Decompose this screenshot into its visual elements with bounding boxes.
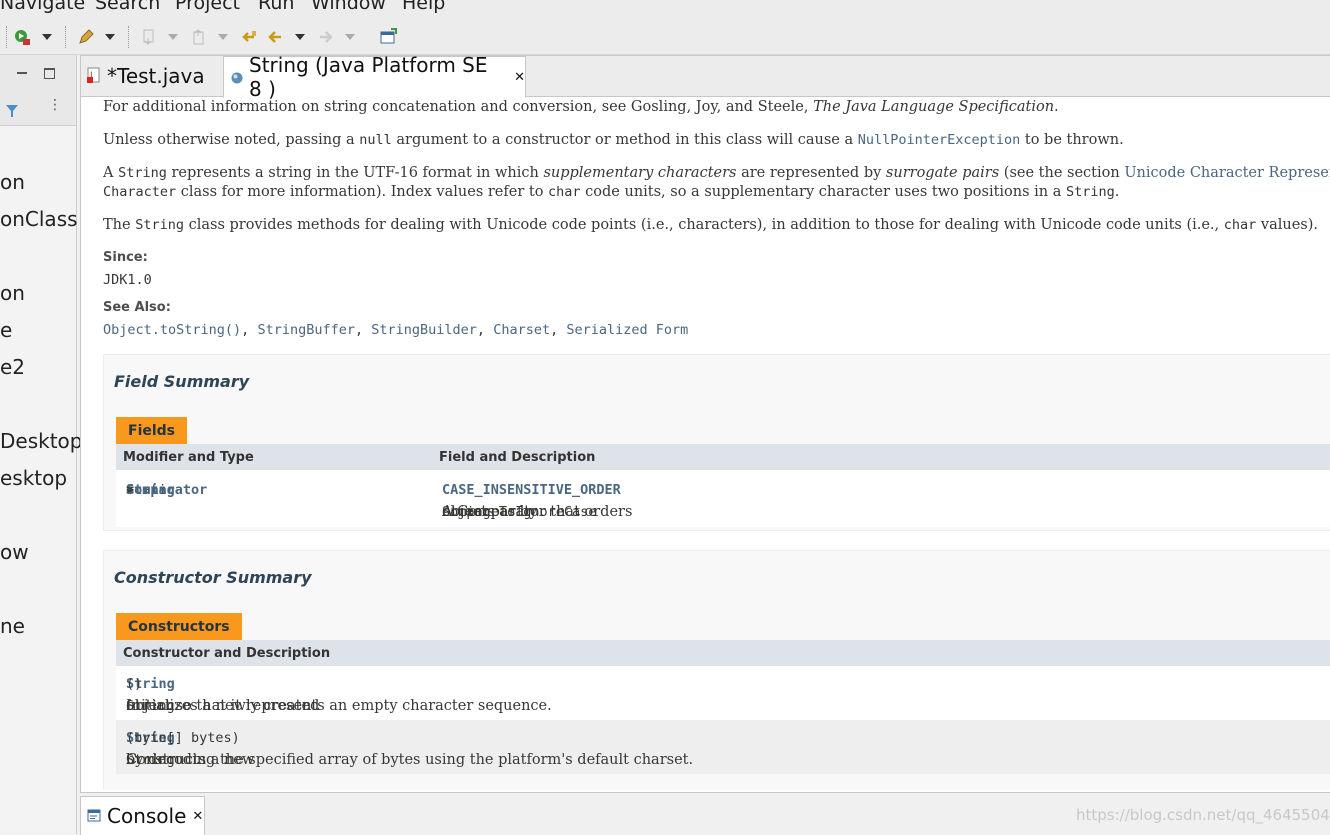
- next-annotation-dropdown-icon[interactable]: [168, 34, 178, 40]
- link-object-tostring[interactable]: Object.toString(): [103, 322, 241, 338]
- link-case-insensitive-order[interactable]: CASE_INSENSITIVE_ORDER: [442, 482, 621, 498]
- console-label: Console: [107, 804, 187, 828]
- link-unicode-representations[interactable]: Unicode Character Representations: [1124, 165, 1330, 181]
- run-debug-icon[interactable]: [13, 28, 31, 46]
- package-explorer-panel: ⋮ on onClass on e e2 Desktop esktop ow n…: [0, 55, 82, 834]
- tree-item[interactable]: e2: [0, 355, 25, 379]
- menu-project[interactable]: Project: [175, 0, 240, 14]
- field-summary-title: Field Summary: [114, 372, 250, 391]
- minimize-icon[interactable]: [17, 72, 27, 74]
- close-icon[interactable]: ✕: [514, 70, 525, 85]
- tab-console[interactable]: Console ✕: [80, 796, 205, 835]
- paragraph: For additional information on string con…: [103, 99, 1059, 115]
- console-icon: [87, 804, 101, 828]
- paragraph: A String represents a string in the UTF-…: [103, 165, 1330, 181]
- see-also-label: See Also:: [103, 300, 171, 315]
- tab-string-javadoc[interactable]: String (Java Platform SE 8 ) ✕: [223, 53, 526, 101]
- pen-icon[interactable]: [77, 28, 95, 46]
- menu-search[interactable]: Search: [95, 0, 160, 14]
- menu-bar: Navigate Search Project Run Window Help: [0, 0, 1330, 20]
- java-file-icon: J: [87, 64, 101, 88]
- tree-item[interactable]: e: [0, 318, 12, 342]
- toolbar-separator: [128, 26, 130, 48]
- close-icon[interactable]: ✕: [192, 809, 203, 824]
- fields-table-header: Modifier and Type Field and Description: [116, 444, 1330, 470]
- tree-item[interactable]: ne: [0, 614, 25, 638]
- forward-icon[interactable]: [317, 28, 335, 46]
- field-summary-block: Field Summary Fields Modifier and Type F…: [103, 354, 1330, 531]
- panel-header: ⋮: [0, 55, 76, 126]
- table-row: String (byte[] bytes) Constructs a new St…: [116, 720, 1330, 774]
- tree-item[interactable]: on: [0, 281, 25, 305]
- maximize-icon[interactable]: [44, 68, 55, 79]
- table-row: static Comparator < String > CASE_INSENSITI…: [116, 470, 1330, 527]
- link-nullpointerexception[interactable]: NullPointerException: [858, 132, 1021, 148]
- paragraph-continued: Character class for more information). I…: [103, 184, 1120, 200]
- constructors-table-header: Constructor and Description: [116, 640, 1330, 666]
- editor-area: J *Test.java String (Java Platform SE 8 …: [80, 53, 1330, 793]
- tab-label: String (Java Platform SE 8 ): [249, 53, 488, 101]
- since-value: JDK1.0: [103, 272, 152, 288]
- back-icon[interactable]: [266, 28, 284, 46]
- toolbar-separator: [65, 26, 67, 48]
- since-label: Since:: [103, 250, 148, 265]
- link-stringbuilder[interactable]: StringBuilder: [371, 322, 477, 338]
- tree-item[interactable]: on: [0, 170, 25, 194]
- tab-label: *Test.java: [107, 64, 205, 88]
- tree-item[interactable]: esktop: [0, 466, 67, 490]
- open-perspective-icon[interactable]: [379, 28, 397, 46]
- watermark: https://blog.csdn.net/qq_46455043: [1076, 806, 1330, 824]
- col-constructor-description: Constructor and Description: [123, 646, 331, 661]
- see-also-list: Object.toString(), StringBuffer, StringB…: [103, 322, 689, 338]
- menu-window[interactable]: Window: [311, 0, 386, 14]
- menu-help[interactable]: Help: [402, 0, 445, 14]
- filter-icon[interactable]: [5, 103, 19, 122]
- prev-annotation-icon[interactable]: [190, 28, 208, 46]
- run-dropdown-icon[interactable]: [42, 34, 52, 40]
- col-field-description: Field and Description: [439, 450, 596, 465]
- prev-annotation-dropdown-icon[interactable]: [218, 34, 228, 40]
- menu-navigate[interactable]: Navigate: [0, 0, 85, 14]
- main-toolbar: [0, 20, 1330, 55]
- paragraph: The String class provides methods for de…: [103, 217, 1318, 233]
- constructor-summary-title: Constructor Summary: [114, 568, 312, 587]
- constructor-summary-block: Constructor Summary Constructors Constru…: [103, 550, 1330, 790]
- forward-dropdown-icon[interactable]: [345, 34, 355, 40]
- tree-item[interactable]: onClass: [0, 207, 78, 231]
- view-menu-icon[interactable]: ⋮: [48, 98, 62, 112]
- link-stringbuffer[interactable]: StringBuffer: [257, 322, 355, 338]
- javadoc-content: For additional information on string con…: [103, 96, 1330, 790]
- globe-icon: [231, 65, 243, 89]
- tree-item[interactable]: Desktop: [0, 429, 82, 453]
- tree-item[interactable]: ow: [0, 540, 29, 564]
- paragraph: Unless otherwise noted, passing a null a…: [103, 132, 1124, 148]
- toolbar-grip: [6, 26, 8, 48]
- back-dropdown-icon[interactable]: [295, 34, 305, 40]
- constructors-caption: Constructors: [116, 613, 242, 640]
- fields-caption: Fields: [116, 417, 188, 444]
- link-charset[interactable]: Charset: [493, 322, 550, 338]
- editor-tab-row: J *Test.java String (Java Platform SE 8 …: [81, 53, 1330, 101]
- table-row: String() Initializes a newly created Str…: [116, 666, 1330, 720]
- last-edit-location-icon[interactable]: [240, 28, 258, 46]
- pen-dropdown-icon[interactable]: [105, 34, 115, 40]
- link-serialized-form[interactable]: Serialized Form: [566, 322, 688, 338]
- tab-test-java[interactable]: J *Test.java: [81, 56, 223, 96]
- next-annotation-icon[interactable]: [140, 28, 158, 46]
- col-modifier-type: Modifier and Type: [123, 450, 254, 465]
- menu-run[interactable]: Run: [258, 0, 294, 14]
